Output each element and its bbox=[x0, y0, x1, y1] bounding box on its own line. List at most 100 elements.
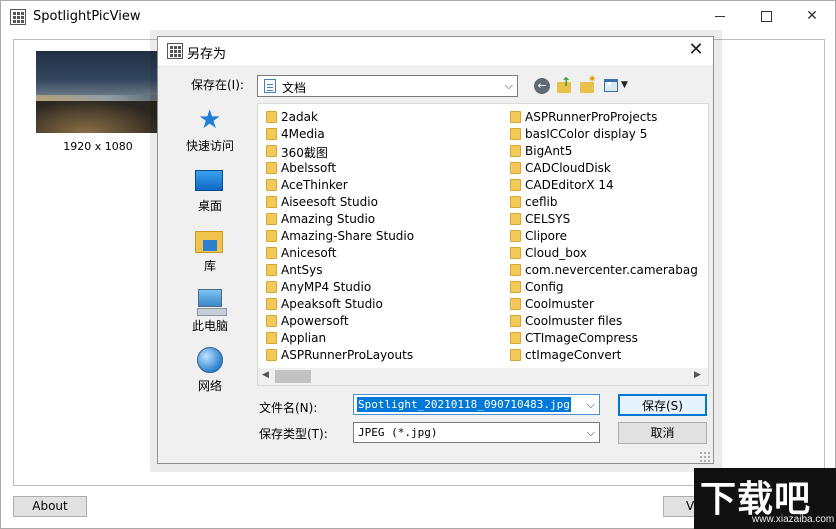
scrollbar-thumb[interactable] bbox=[275, 370, 311, 383]
folder-name: Aiseesoft Studio bbox=[281, 195, 378, 209]
folder-name: Amazing-Share Studio bbox=[281, 229, 415, 243]
save-in-label: 保存在(I): bbox=[191, 78, 244, 92]
folder-name: basICColor display 5 bbox=[525, 127, 648, 141]
app-grid-icon bbox=[10, 9, 26, 25]
library-icon bbox=[195, 231, 223, 253]
dialog-title: 另存为 bbox=[187, 47, 227, 62]
up-folder-icon[interactable]: ↑ bbox=[557, 75, 573, 93]
folder-name: ctImageConvert bbox=[525, 348, 622, 362]
folder-icon bbox=[266, 281, 277, 293]
folder-name: Applian bbox=[281, 331, 327, 345]
save-in-value: 文档 bbox=[282, 81, 307, 95]
document-icon bbox=[264, 79, 276, 93]
folder-icon bbox=[510, 230, 521, 242]
folder-name: Apowersoft bbox=[281, 314, 349, 328]
place-network[interactable]: 网络 bbox=[178, 343, 242, 401]
folder-name: Coolmuster bbox=[525, 297, 594, 311]
place-label: 库 bbox=[203, 259, 216, 273]
folder-icon bbox=[266, 332, 277, 344]
folder-name: AnyMP4 Studio bbox=[281, 280, 372, 294]
folder-icon bbox=[510, 162, 521, 174]
folder-icon bbox=[510, 315, 521, 327]
folder-name: 360截图 bbox=[281, 146, 328, 160]
folder-name: Abelssoft bbox=[281, 161, 337, 175]
folder-icon bbox=[266, 145, 277, 157]
folder-icon bbox=[510, 128, 521, 140]
up-arrow-glyph: ↑ bbox=[561, 75, 572, 89]
thumbnail-image[interactable] bbox=[36, 51, 160, 133]
folder-icon bbox=[266, 179, 277, 191]
folder-name: 2adak bbox=[281, 110, 318, 124]
main-titlebar[interactable]: SpotlightPicView ✕ bbox=[1, 1, 835, 32]
folder-name: CADCloudDisk bbox=[525, 161, 611, 175]
folder-icon bbox=[510, 145, 521, 157]
folder-name: Coolmuster files bbox=[525, 314, 623, 328]
about-button[interactable]: About bbox=[13, 496, 87, 517]
filetype-value: JPEG (*.jpg) bbox=[358, 426, 438, 439]
folder-icon bbox=[266, 213, 277, 225]
new-folder-icon[interactable]: ✷ bbox=[580, 74, 596, 93]
thumbnail-rocks bbox=[36, 101, 160, 133]
resize-grip-icon[interactable] bbox=[699, 451, 711, 463]
folder-name: ASPRunnerProProjects bbox=[525, 110, 658, 124]
places-bar: ★ 快速访问 桌面 库 此电脑 网络 bbox=[178, 103, 242, 393]
dialog-close-button[interactable]: ✕ bbox=[684, 40, 708, 62]
minimize-button[interactable] bbox=[697, 1, 743, 32]
chevron-down-icon: ⌵ bbox=[504, 79, 513, 92]
save-button[interactable]: 保存(S) bbox=[618, 394, 707, 416]
folder-name: CADEditorX 14 bbox=[525, 178, 614, 192]
star-icon: ★ bbox=[198, 105, 222, 135]
thumbnail-caption: 1920 x 1080 bbox=[63, 140, 133, 153]
scroll-left-icon[interactable]: ◀ bbox=[262, 370, 269, 380]
folder-name: CELSYS bbox=[525, 212, 571, 226]
watermark-url: www.xiazaiba.com bbox=[752, 514, 835, 525]
place-this-pc[interactable]: 此电脑 bbox=[178, 283, 242, 341]
filename-label: 文件名(N): bbox=[259, 401, 318, 415]
file-list[interactable]: 2adak 4Media 360截图 Abelssoft AceThinker Aisee… bbox=[257, 103, 709, 386]
folder-icon bbox=[510, 247, 521, 259]
folder-icon bbox=[510, 111, 521, 123]
folder-icon bbox=[510, 349, 521, 361]
filetype-dropdown[interactable]: JPEG (*.jpg) ⌵ bbox=[353, 422, 600, 443]
place-library[interactable]: 库 bbox=[178, 223, 242, 281]
place-desktop[interactable]: 桌面 bbox=[178, 163, 242, 221]
back-arrow-icon[interactable]: ← bbox=[534, 78, 550, 94]
folder-icon bbox=[510, 264, 521, 276]
folder-icon bbox=[510, 179, 521, 191]
filename-input[interactable]: Spotlight_20210118_090710483.jpg ⌵ bbox=[353, 394, 600, 415]
cancel-button[interactable]: 取消 bbox=[618, 422, 707, 444]
folder-name: AceThinker bbox=[281, 178, 348, 192]
save-in-dropdown[interactable]: 文档 ⌵ bbox=[257, 75, 518, 97]
folder-name: BigAnt5 bbox=[525, 144, 573, 158]
horizontal-scrollbar[interactable]: ◀ ▶ bbox=[258, 368, 708, 385]
network-icon bbox=[197, 347, 223, 373]
place-label: 此电脑 bbox=[191, 319, 228, 333]
place-quick-access[interactable]: ★ 快速访问 bbox=[178, 103, 242, 161]
place-label: 快速访问 bbox=[185, 139, 234, 153]
save-as-dialog: 另存为 ✕ 保存在(I): 文档 ⌵ ← ↑ ✷ ▼ ★ 快速访问 桌面 库 此… bbox=[157, 36, 714, 464]
view-dropdown-arrow: ▼ bbox=[621, 80, 628, 90]
scroll-right-icon[interactable]: ▶ bbox=[694, 370, 701, 380]
folder-name: Clipore bbox=[525, 229, 568, 243]
chevron-down-icon[interactable]: ⌵ bbox=[587, 398, 595, 412]
close-button[interactable]: ✕ bbox=[789, 1, 835, 32]
desktop-icon bbox=[195, 170, 223, 191]
folder-icon bbox=[266, 298, 277, 310]
folder-name: com.nevercenter.camerabag bbox=[525, 263, 698, 277]
folder-icon bbox=[510, 213, 521, 225]
maximize-button[interactable] bbox=[743, 1, 789, 32]
filename-value[interactable]: Spotlight_20210118_090710483.jpg bbox=[357, 397, 571, 412]
dialog-grid-icon bbox=[167, 43, 183, 59]
view-menu-icon[interactable]: ▼ bbox=[604, 77, 630, 95]
dialog-titlebar[interactable]: 另存为 ✕ bbox=[158, 37, 713, 65]
folder-name: ASPRunnerProLayouts bbox=[281, 348, 414, 362]
folder-icon bbox=[510, 281, 521, 293]
folder-name: CTImageCompress bbox=[525, 331, 638, 345]
folder-icon bbox=[266, 264, 277, 276]
computer-icon bbox=[197, 289, 227, 316]
chevron-down-icon[interactable]: ⌵ bbox=[587, 426, 595, 440]
watermark-logo: 下载吧 www.xiazaiba.com bbox=[694, 468, 836, 529]
folder-icon bbox=[266, 128, 277, 140]
folder-name: Amazing Studio bbox=[281, 212, 376, 226]
folder-icon bbox=[266, 196, 277, 208]
